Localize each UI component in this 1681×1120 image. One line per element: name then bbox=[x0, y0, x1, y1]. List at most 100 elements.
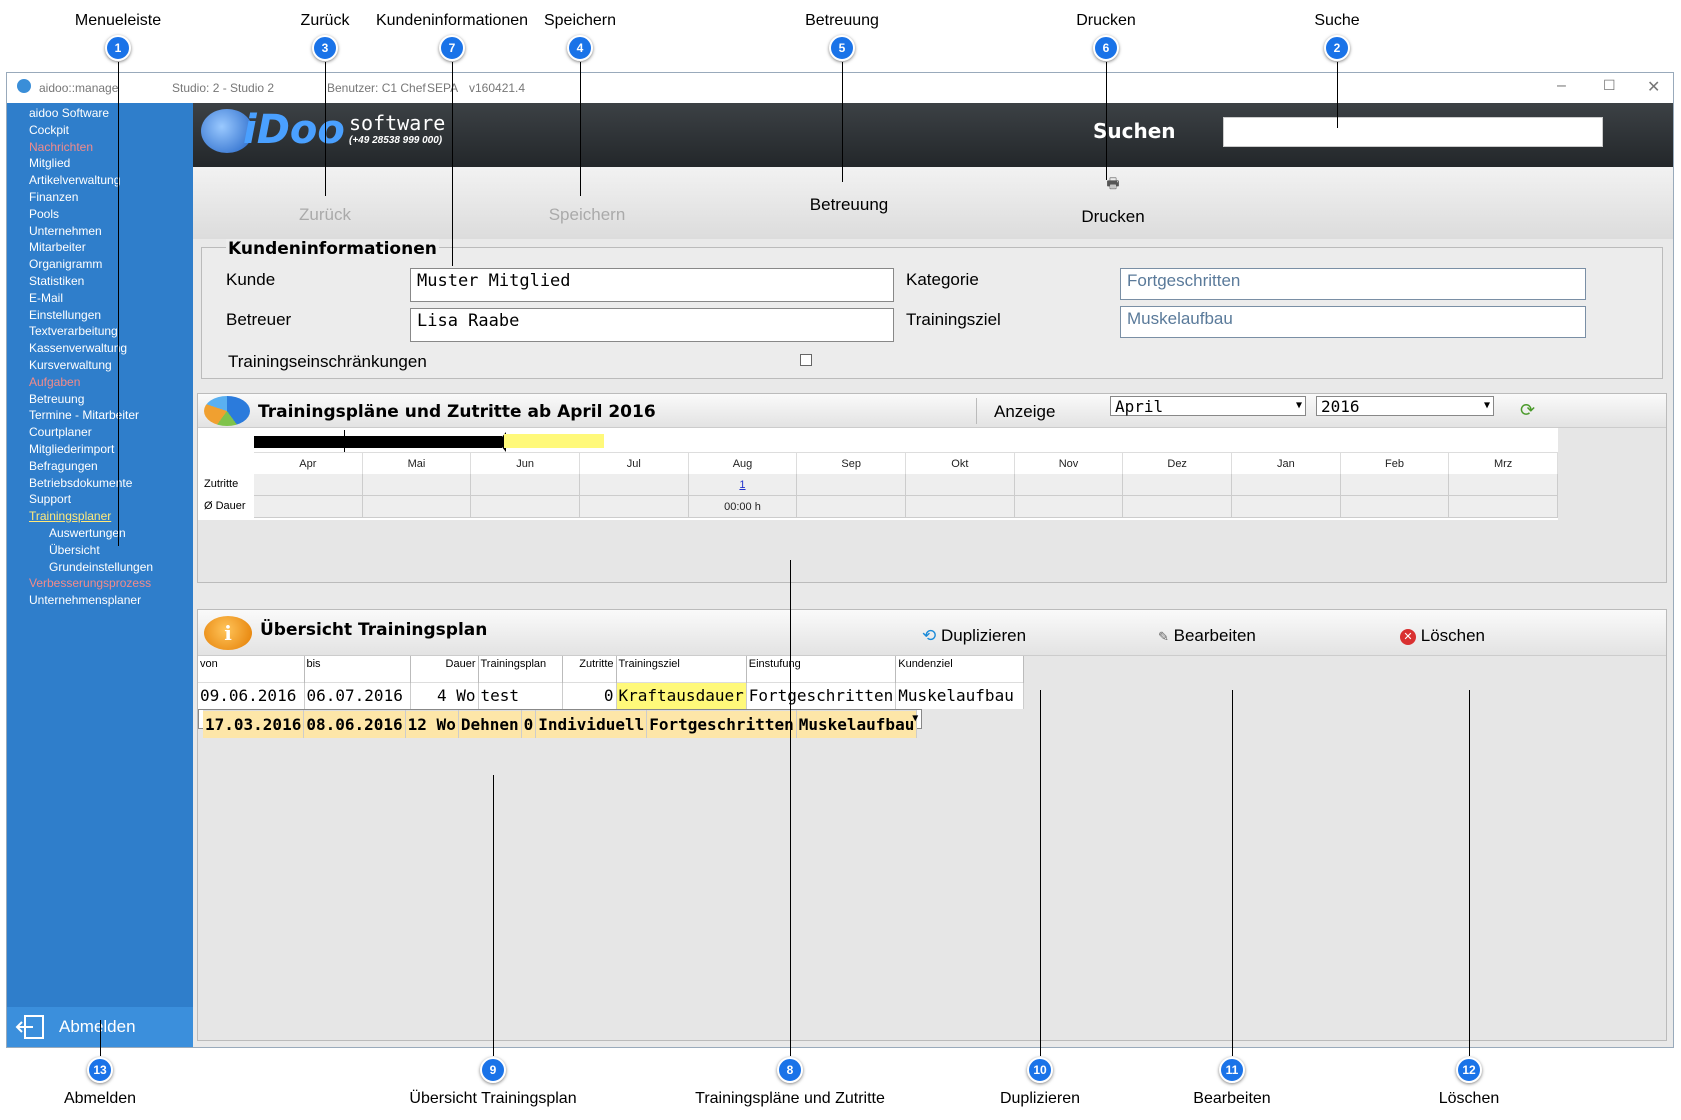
dauer-cell bbox=[254, 496, 363, 518]
sidebar-item-e-mail[interactable]: E-Mail bbox=[29, 291, 63, 305]
callout-label-betreuung: Betreuung bbox=[805, 12, 879, 29]
year-select[interactable]: 2016 bbox=[1316, 396, 1494, 416]
callout-badge-5: 5 bbox=[829, 35, 855, 61]
sidebar-item-unternehmensplaner[interactable]: Unternehmensplaner bbox=[29, 593, 141, 607]
sidebar-item-nachrichten[interactable]: Nachrichten bbox=[29, 140, 93, 154]
dauer-label: Ø Dauer bbox=[204, 500, 246, 512]
dauer-cell bbox=[580, 496, 689, 518]
einschraenkungen-checkbox[interactable] bbox=[800, 354, 812, 366]
sidebar-item-betriebsdokumente[interactable]: Betriebsdokumente bbox=[29, 476, 132, 490]
sidebar-item-aidoo-software[interactable]: aidoo Software bbox=[29, 106, 109, 120]
search-input[interactable] bbox=[1223, 117, 1603, 147]
sidebar-item-artikelverwaltung[interactable]: Artikelverwaltung bbox=[29, 173, 120, 187]
sidebar-item-befragungen[interactable]: Befragungen bbox=[29, 459, 98, 473]
sidebar-item-finanzen[interactable]: Finanzen bbox=[29, 190, 78, 204]
zutritte-label: Zutritte bbox=[204, 478, 239, 490]
logo-text: iDoo bbox=[243, 107, 345, 153]
callout-badge-6: 6 bbox=[1093, 35, 1119, 61]
cell-plan: Dehnen bbox=[458, 710, 522, 738]
kategorie-field[interactable]: Fortgeschritten bbox=[1120, 268, 1586, 300]
month-select[interactable]: April bbox=[1110, 396, 1306, 416]
column-header-von[interactable]: von bbox=[198, 656, 305, 682]
column-header-kundenziel[interactable]: Kundenziel bbox=[895, 656, 1025, 682]
column-header-einstufung[interactable]: Einstufung bbox=[746, 656, 897, 682]
edit-label: Bearbeiten bbox=[1173, 626, 1256, 645]
column-header-trainingsplan[interactable]: Trainingsplan bbox=[478, 656, 563, 682]
month-header-dez: Dez bbox=[1123, 453, 1232, 475]
zutritte-cell bbox=[906, 474, 1015, 496]
print-button[interactable]: Drucken bbox=[1081, 207, 1144, 227]
cell-bis: 08.06.2016 bbox=[303, 710, 406, 738]
app-icon bbox=[17, 79, 31, 93]
plan-bar-test bbox=[504, 434, 604, 448]
table-row[interactable]: 17.03.2016 08.06.2016 12 Wo Dehnen 0 Individu… bbox=[198, 709, 923, 738]
sidebar-item-pools[interactable]: Pools bbox=[29, 207, 59, 221]
betreuer-field[interactable]: Lisa Raabe bbox=[410, 308, 894, 342]
zutritte-cell bbox=[471, 474, 580, 496]
column-header-bis[interactable]: bis bbox=[304, 656, 411, 682]
printer-icon[interactable]: 🖶 bbox=[1106, 173, 1119, 197]
sidebar-item-trainingsplaner[interactable]: Trainingsplaner bbox=[29, 509, 111, 523]
zutritte-cell bbox=[1123, 474, 1232, 496]
zutritte-link[interactable]: 1 bbox=[739, 479, 745, 491]
maximize-icon[interactable]: ☐ bbox=[1603, 77, 1616, 94]
sidebar-item-termine-mitarbeiter[interactable]: Termine - Mitarbeiter bbox=[29, 408, 139, 422]
app-title: aidoo::manage bbox=[39, 81, 119, 95]
sidebar-item-support[interactable]: Support bbox=[29, 492, 71, 506]
cell-bis: 06.07.2016 bbox=[304, 681, 411, 709]
column-header-dauer[interactable]: Dauer bbox=[410, 656, 479, 682]
app-header: iDoo software (+49 28538 999 000) Suchen bbox=[193, 103, 1673, 167]
delete-button[interactable]: ✕ Löschen bbox=[1400, 626, 1485, 646]
sidebar-item-organigramm[interactable]: Organigramm bbox=[29, 257, 102, 271]
sidebar-item-kursverwaltung[interactable]: Kursverwaltung bbox=[29, 358, 112, 372]
kunde-field[interactable]: Muster Mitglied bbox=[410, 268, 894, 302]
logo-software: software bbox=[349, 111, 446, 135]
sidebar-item-mitglied[interactable]: Mitglied bbox=[29, 156, 70, 170]
callout-badge-8: 8 bbox=[777, 1057, 803, 1083]
column-header-trainingsziel[interactable]: Trainingsziel bbox=[616, 656, 747, 682]
dauer-cell bbox=[1123, 496, 1232, 518]
dauer-cell bbox=[906, 496, 1015, 518]
sidebar-item-cockpit[interactable]: Cockpit bbox=[29, 123, 69, 137]
sidebar-item-verbesserungsprozess[interactable]: Verbesserungsprozess bbox=[29, 576, 151, 590]
column-header-zutritte[interactable]: Zutritte bbox=[562, 656, 617, 682]
callout-label-abmelden: Abmelden bbox=[63, 1090, 137, 1107]
edit-button[interactable]: ✎ Bearbeiten bbox=[1158, 626, 1256, 646]
dauer-cell bbox=[362, 496, 472, 518]
sidebar-item-mitgliederimport[interactable]: Mitgliederimport bbox=[29, 442, 114, 456]
month-header-mai: Mai bbox=[362, 453, 472, 475]
sidebar-item-aufgaben[interactable]: Aufgaben bbox=[29, 375, 80, 389]
main-area: iDoo software (+49 28538 999 000) Suchen… bbox=[193, 103, 1673, 1047]
cell-kundenziel: Muskelaufbau bbox=[895, 681, 1025, 709]
dauer-cell bbox=[1014, 496, 1124, 518]
back-button[interactable]: Zurück bbox=[299, 205, 351, 225]
refresh-icon[interactable]: ⟳ bbox=[1520, 400, 1535, 421]
sidebar-item-textverarbeitung[interactable]: Textverarbeitung bbox=[29, 324, 118, 338]
sidebar-item-mitarbeiter[interactable]: Mitarbeiter bbox=[29, 240, 86, 254]
pie-chart-icon bbox=[204, 396, 250, 426]
trainingsziel-field[interactable]: Muskelaufbau bbox=[1120, 306, 1586, 338]
callout-label-menueleiste: Menueleiste bbox=[74, 12, 162, 29]
sidebar-item-unternehmen[interactable]: Unternehmen bbox=[29, 224, 102, 238]
table-row[interactable]: 09.06.2016 06.07.2016 4 Wo test 0 Kraftausdau… bbox=[198, 681, 1025, 709]
customer-info-panel: Kundeninformationen Kunde Muster Mitglie… bbox=[201, 239, 1663, 379]
sidebar-item-statistiken[interactable]: Statistiken bbox=[29, 274, 84, 288]
sidebar-item-betreuung[interactable]: Betreuung bbox=[29, 392, 84, 406]
sidebar-item-übersicht[interactable]: Übersicht bbox=[49, 543, 100, 557]
zutritte-cell bbox=[362, 474, 472, 496]
minimize-icon[interactable]: – bbox=[1557, 77, 1566, 95]
sidebar-item-kassenverwaltung[interactable]: Kassenverwaltung bbox=[29, 341, 127, 355]
sidebar-item-grundeinstellungen[interactable]: Grundeinstellungen bbox=[49, 560, 153, 574]
cell-zutritte: 0 bbox=[562, 681, 617, 709]
plans-grid: Apr Mai Jun Jul Aug Sep Okt Nov Dez Jan Feb Mrz Zut… bbox=[198, 428, 1558, 520]
callout-label-loeschen: Löschen bbox=[1438, 1090, 1500, 1107]
save-button[interactable]: Speichern bbox=[549, 205, 626, 225]
sidebar-item-einstellungen[interactable]: Einstellungen bbox=[29, 308, 101, 322]
callout-label-speichern: Speichern bbox=[543, 12, 617, 29]
sidebar-item-auswertungen[interactable]: Auswertungen bbox=[49, 526, 126, 540]
close-icon[interactable]: ✕ bbox=[1647, 77, 1660, 97]
duplicate-button[interactable]: ⟲ Duplizieren bbox=[922, 626, 1026, 646]
care-button[interactable]: Betreuung bbox=[810, 195, 888, 215]
callout-label-zurueck: Zurück bbox=[300, 12, 350, 29]
sidebar-item-courtplaner[interactable]: Courtplaner bbox=[29, 425, 92, 439]
